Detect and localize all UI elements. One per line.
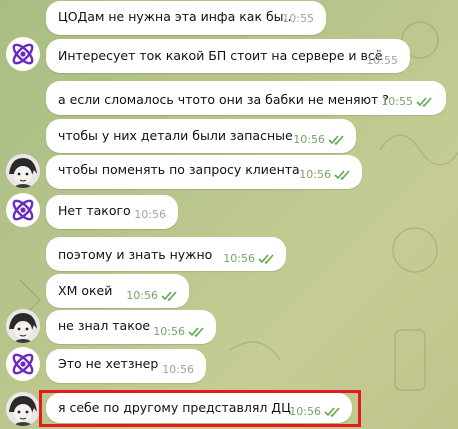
- anime-character-icon: [6, 392, 40, 426]
- message-time: 10:56: [134, 208, 166, 221]
- message-bubble[interactable]: Интересует ток какой БП стоит на сервере…: [46, 39, 410, 73]
- message-text: ХМ окей: [58, 283, 113, 298]
- message-bubble[interactable]: чтобы у них детали были запасные 10:56: [46, 119, 356, 153]
- message-bubble[interactable]: а если сломалось чтото они за бабки не м…: [46, 81, 446, 115]
- message-text: Это не хетзнер: [58, 356, 159, 371]
- chat-area: ЦОДам не нужна эта инфа как бы.. 10:55 И…: [0, 0, 458, 429]
- message-text: а если сломалось чтото они за бабки не м…: [58, 92, 389, 107]
- atom-icon: [12, 43, 34, 65]
- message-text: ЦОДам не нужна эта инфа как бы..: [58, 9, 292, 24]
- message-time: 10:56: [126, 289, 158, 302]
- message-bubble[interactable]: ЦОДам не нужна эта инфа как бы.. 10:55: [46, 1, 326, 35]
- message-time: 10:55: [282, 12, 314, 25]
- read-checkmarks-icon: [416, 97, 432, 107]
- purple-atom-avatar[interactable]: [6, 193, 40, 227]
- message-text: чтобы поменять по запросу клиента: [58, 162, 300, 177]
- message-bubble[interactable]: ХМ окей 10:56: [46, 274, 189, 308]
- read-checkmarks-icon: [161, 291, 177, 301]
- atom-icon: [12, 199, 34, 221]
- message-text: чтобы у них детали были запасные: [58, 128, 293, 143]
- message-time: 10:56: [162, 363, 194, 376]
- message-time: 10:56: [153, 325, 185, 338]
- message-text: Интересует ток какой БП стоит на сервере…: [58, 48, 383, 63]
- highlight-box: [39, 390, 361, 427]
- message-bubble[interactable]: Это не хетзнер 10:56: [46, 349, 206, 383]
- read-checkmarks-icon: [258, 254, 274, 264]
- message-text: Нет такого: [58, 203, 131, 218]
- anime-character-avatar[interactable]: [6, 154, 40, 188]
- message-text: поэтому и знать нужно: [58, 247, 213, 262]
- message-time: 10:56: [223, 252, 255, 265]
- read-checkmarks-icon: [328, 135, 344, 145]
- atom-icon: [12, 353, 34, 375]
- purple-atom-avatar[interactable]: [6, 37, 40, 71]
- purple-atom-avatar[interactable]: [6, 347, 40, 381]
- message-time: 10:56: [299, 168, 331, 181]
- anime-character-icon: [6, 309, 40, 343]
- message-text: не знал такое: [58, 318, 151, 333]
- message-time: 10:56: [293, 133, 325, 146]
- message-bubble[interactable]: Нет такого 10:56: [46, 195, 178, 229]
- read-checkmarks-icon: [334, 170, 350, 180]
- anime-character-icon: [6, 154, 40, 188]
- message-time: 10:55: [366, 54, 398, 67]
- read-checkmarks-icon: [188, 327, 204, 337]
- message-time: 10:55: [381, 95, 413, 108]
- message-bubble[interactable]: чтобы поменять по запросу клиента 10:56: [46, 155, 362, 189]
- anime-character-avatar[interactable]: [6, 309, 40, 343]
- anime-character-avatar[interactable]: [6, 392, 40, 426]
- message-bubble[interactable]: не знал такое 10:56: [46, 310, 216, 344]
- message-bubble[interactable]: поэтому и знать нужно 10:56: [46, 237, 286, 271]
